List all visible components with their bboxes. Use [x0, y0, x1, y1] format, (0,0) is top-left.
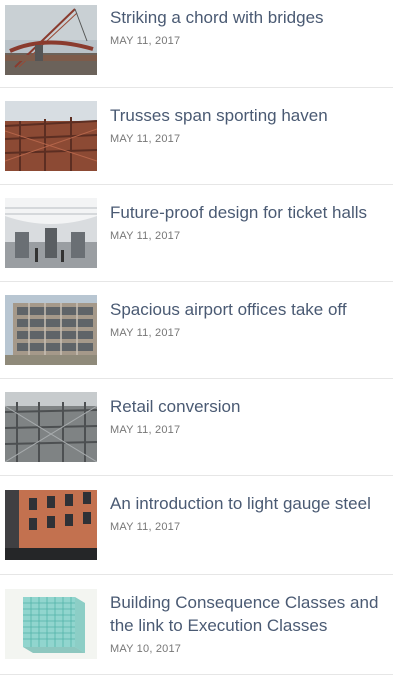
article-title-link[interactable]: Building Consequence Classes and the lin…	[110, 591, 391, 637]
article-title-link[interactable]: Striking a chord with bridges	[110, 6, 391, 29]
list-item: Future-proof design for ticket halls MAY…	[0, 185, 393, 282]
article-date: MAY 11, 2017	[110, 133, 181, 145]
article-date: MAY 10, 2017	[110, 643, 182, 655]
article-title-link[interactable]: Trusses span sporting haven	[110, 104, 391, 127]
list-item: Retail conversion MAY 11, 2017	[0, 379, 393, 476]
ticket-hall-thumbnail[interactable]	[5, 198, 97, 268]
airport-office-thumbnail[interactable]	[5, 295, 97, 365]
article-date: MAY 11, 2017	[110, 424, 181, 436]
article-date: MAY 11, 2017	[110, 230, 181, 242]
article-title-link[interactable]: Spacious airport offices take off	[110, 298, 391, 321]
crane-bridge-thumbnail[interactable]	[5, 5, 97, 75]
light-gauge-steel-thumbnail[interactable]	[5, 490, 97, 560]
article-title-link[interactable]: An introduction to light gauge steel	[110, 492, 391, 515]
article-title-link[interactable]: Retail conversion	[110, 395, 391, 418]
article-date: MAY 11, 2017	[110, 521, 181, 533]
article-date: MAY 11, 2017	[110, 35, 181, 47]
list-item: Building Consequence Classes and the lin…	[0, 575, 393, 675]
retail-conversion-thumbnail[interactable]	[5, 392, 97, 462]
list-item: An introduction to light gauge steel MAY…	[0, 476, 393, 575]
steel-trusses-thumbnail[interactable]	[5, 101, 97, 171]
consequence-classes-thumbnail[interactable]	[5, 589, 97, 659]
article-date: MAY 11, 2017	[110, 327, 181, 339]
list-item: Trusses span sporting haven MAY 11, 2017	[0, 88, 393, 185]
list-item: Striking a chord with bridges MAY 11, 20…	[0, 0, 393, 88]
list-item: Spacious airport offices take off MAY 11…	[0, 282, 393, 379]
article-title-link[interactable]: Future-proof design for ticket halls	[110, 201, 391, 224]
